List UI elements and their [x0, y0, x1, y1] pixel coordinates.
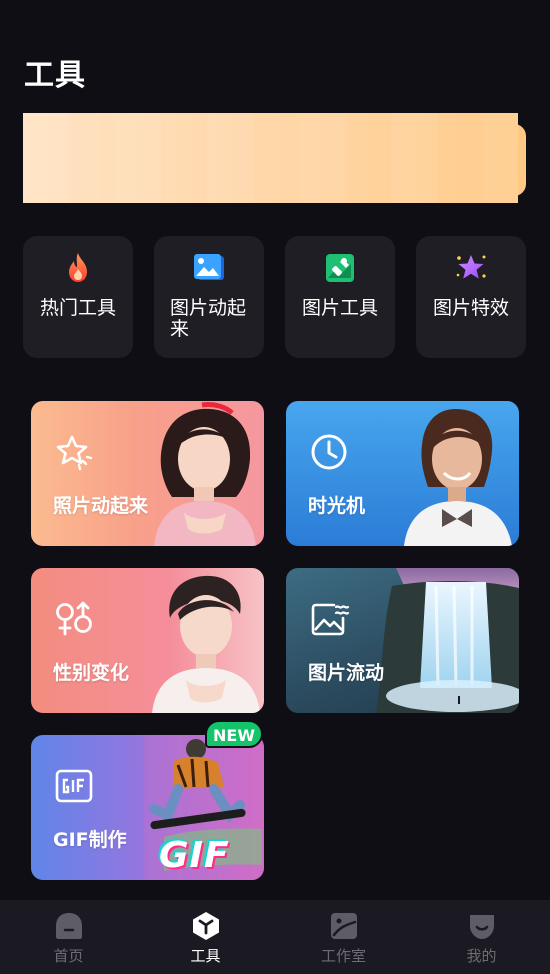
category-image-effects[interactable]: 图片特效: [416, 236, 526, 358]
tab-label: 首页: [53, 947, 84, 965]
tab-label: 我的: [466, 947, 497, 965]
bottom-tab-bar: 首页 工具 工作室 我的: [0, 900, 550, 974]
tab-profile[interactable]: 我的: [413, 900, 550, 974]
gif-art-text: GIF: [159, 835, 230, 876]
category-hot-tools[interactable]: 热门工具: [23, 236, 133, 358]
tools-page: 工具 热门工具 图片动起来 图片工具 图片特效 照片动起来 时光机 性别变化 图…: [0, 0, 550, 974]
category-image-tools[interactable]: 图片工具: [285, 236, 395, 358]
category-row: 热门工具 图片动起来 图片工具 图片特效: [23, 236, 527, 358]
feature-card-gif-maker[interactable]: GIF GIF制作: [31, 735, 264, 880]
tools-cube-icon: [192, 912, 219, 940]
image-animate-icon: [194, 254, 224, 280]
promo-banner[interactable]: [23, 113, 518, 203]
sparkle-star-icon: [56, 435, 93, 471]
feature-card-time-machine[interactable]: 时光机: [286, 401, 519, 546]
feature-card-animate-photo[interactable]: 照片动起来: [31, 401, 264, 546]
feature-label: 时光机: [308, 495, 366, 517]
category-label: 图片工具: [301, 297, 378, 319]
home-icon: [55, 913, 82, 939]
category-animate-image[interactable]: 图片动起来: [154, 236, 264, 358]
new-badge: NEW: [205, 720, 263, 748]
waterfall-image: [376, 568, 519, 713]
tab-label: 工具: [190, 947, 221, 965]
feature-label: 图片流动: [308, 662, 385, 684]
feature-label: GIF制作: [53, 829, 127, 851]
feature-label: 照片动起来: [53, 495, 149, 517]
gif-icon: [55, 769, 93, 803]
banner-pattern: [23, 113, 518, 203]
feature-label: 性别变化: [53, 662, 130, 684]
star-effect-icon: [456, 255, 486, 279]
category-label: 热门工具: [39, 297, 116, 319]
tab-tools[interactable]: 工具: [137, 900, 274, 974]
feature-card-image-flow[interactable]: 图片流动: [286, 568, 519, 713]
gender-icon: [56, 601, 92, 636]
portrait-image: [154, 402, 256, 546]
category-label: 图片动起来: [170, 297, 247, 340]
portrait-image: [404, 409, 512, 546]
category-label: 图片特效: [432, 297, 509, 319]
studio-icon: [330, 913, 357, 939]
profile-icon: [469, 915, 494, 939]
clock-icon: [311, 434, 347, 470]
tab-home[interactable]: 首页: [0, 900, 137, 974]
tab-label: 工作室: [320, 947, 366, 965]
page-title: 工具: [24, 58, 86, 93]
portrait-image: [152, 575, 260, 713]
image-tool-icon: [326, 254, 354, 282]
tab-studio[interactable]: 工作室: [275, 900, 412, 974]
feature-card-gender-swap[interactable]: 性别变化: [31, 568, 264, 713]
flame-icon: [69, 253, 87, 282]
image-flow-icon: [311, 603, 350, 636]
